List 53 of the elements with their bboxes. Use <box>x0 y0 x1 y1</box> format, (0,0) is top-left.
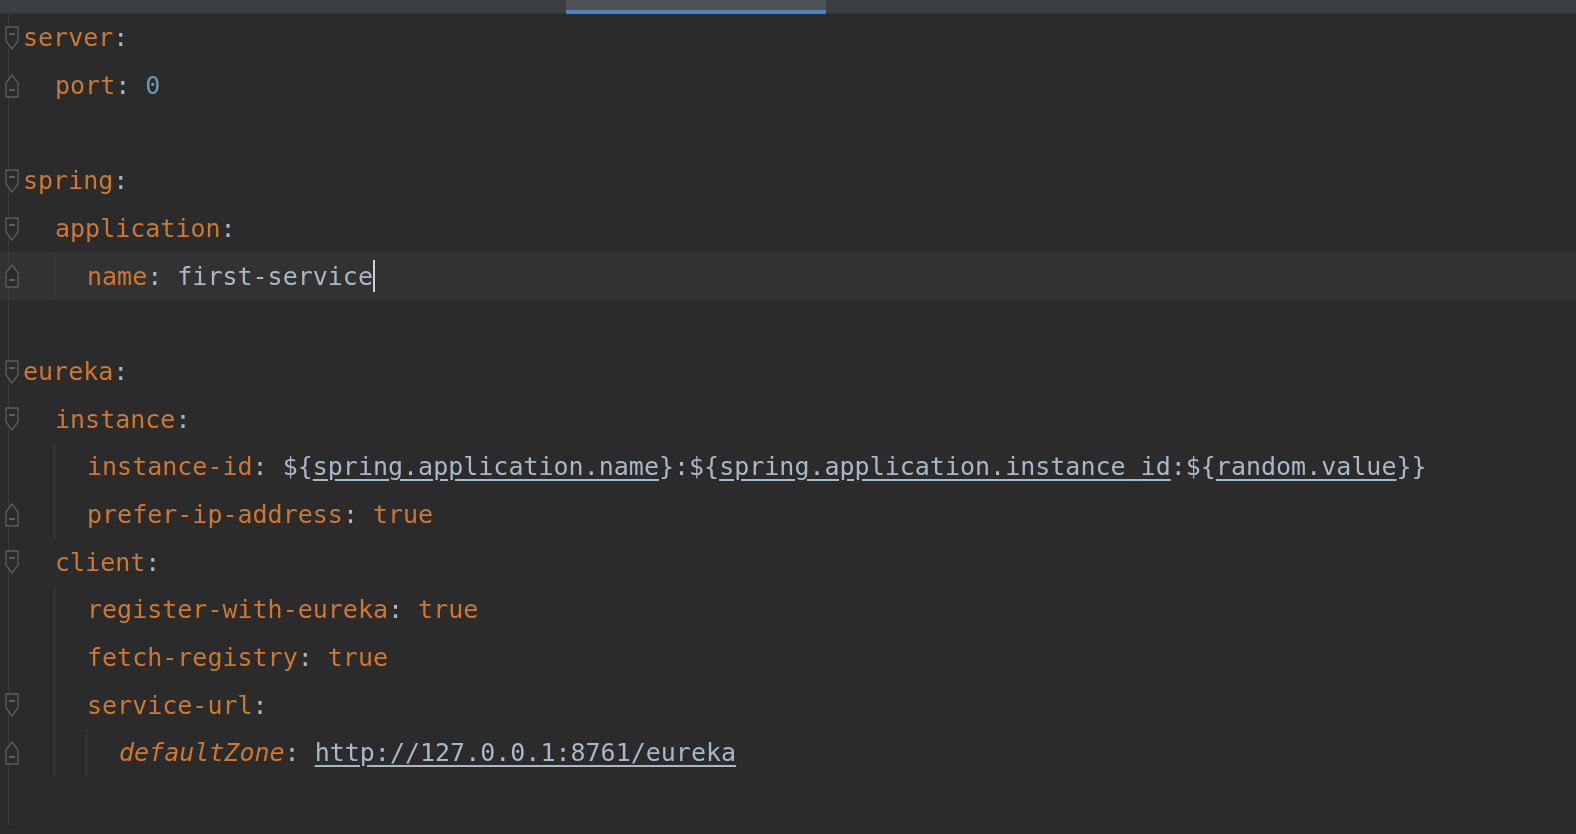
value-text: ${ <box>282 451 313 484</box>
value-text: :${ <box>1170 451 1216 484</box>
yaml-key: spring <box>23 162 114 200</box>
yaml-key: eureka <box>23 352 114 391</box>
yaml-key: prefer-ip-address <box>87 495 343 534</box>
editor-tab[interactable] <box>566 0 826 14</box>
colon: : <box>175 403 191 436</box>
boolean-value: true <box>418 594 479 627</box>
colon: : <box>388 594 404 627</box>
fold-end-icon[interactable] <box>4 741 19 766</box>
fold-end-icon[interactable] <box>4 502 19 527</box>
yaml-key: defaultZone <box>119 734 285 772</box>
colon: : <box>342 498 358 531</box>
yaml-key: instance <box>55 400 176 439</box>
yaml-key: instance-id <box>87 448 253 486</box>
fold-end-icon[interactable] <box>4 73 19 98</box>
yaml-key: port <box>55 66 116 105</box>
fold-end-icon[interactable] <box>4 264 19 289</box>
colon: : <box>115 69 131 102</box>
fold-collapse-icon[interactable] <box>4 168 19 193</box>
yaml-key: service-url <box>87 686 253 725</box>
yaml-key: register-with-eureka <box>87 591 389 629</box>
property-reference: spring.application.name <box>312 451 659 484</box>
colon: : <box>113 165 129 198</box>
yaml-key: client <box>55 543 146 582</box>
colon: : <box>297 642 313 675</box>
value-text: }} <box>1396 451 1427 484</box>
colon: : <box>145 546 161 579</box>
value-text: first-service <box>177 260 373 293</box>
yaml-key: server <box>23 19 114 57</box>
fold-collapse-icon[interactable] <box>4 550 19 575</box>
property-reference: random.value <box>1215 451 1397 484</box>
colon: : <box>252 689 268 722</box>
yaml-key: fetch-registry <box>87 639 298 677</box>
colon: : <box>113 355 129 388</box>
property-reference: spring.application.instance_id <box>719 451 1171 484</box>
yaml-key: name <box>87 257 148 296</box>
number-value: 0 <box>145 69 161 102</box>
colon: : <box>252 451 268 484</box>
fold-collapse-icon[interactable] <box>4 25 19 50</box>
colon: : <box>147 260 163 293</box>
boolean-value: true <box>327 642 388 675</box>
fold-collapse-icon[interactable] <box>4 693 19 718</box>
value-text: }:${ <box>658 451 720 484</box>
colon: : <box>220 212 236 245</box>
boolean-value: true <box>372 498 434 531</box>
yaml-key: application <box>55 209 221 248</box>
fold-collapse-icon[interactable] <box>4 407 19 432</box>
fold-collapse-icon[interactable] <box>4 359 19 384</box>
url-link[interactable]: http://127.0.0.1:8761/eureka <box>314 734 737 772</box>
fold-collapse-icon[interactable] <box>4 216 19 241</box>
colon: : <box>113 22 129 55</box>
colon: : <box>284 737 300 770</box>
